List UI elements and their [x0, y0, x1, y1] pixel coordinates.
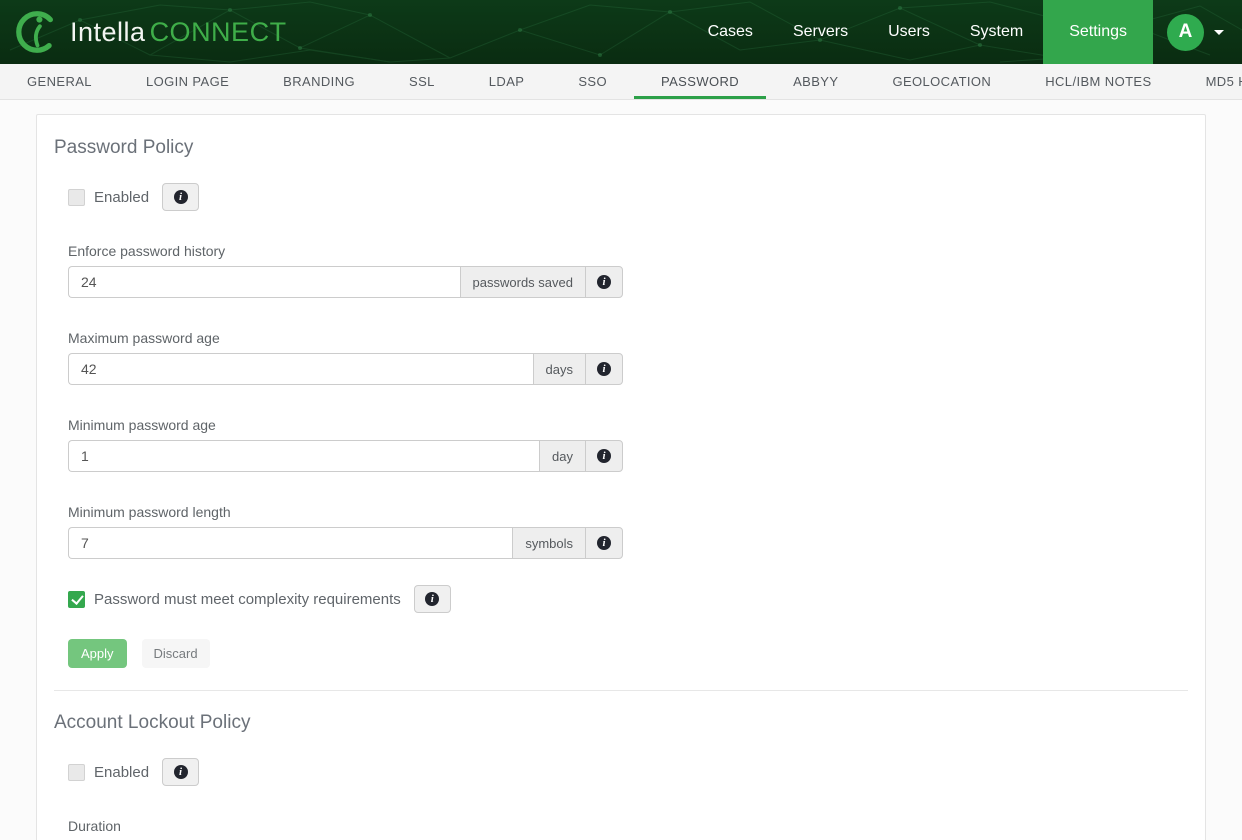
unit-addon: days: [533, 353, 585, 385]
lockout-policy-enabled-info-button[interactable]: [162, 758, 199, 786]
field-enforce-password-history: Enforce password history passwords saved: [68, 243, 1188, 298]
unit-addon: passwords saved: [460, 266, 585, 298]
nav-item-users[interactable]: Users: [868, 0, 950, 64]
tab-hcl-ibm-notes[interactable]: HCL/IBM NOTES: [1018, 64, 1178, 99]
brand-name-secondary: CONNECT: [150, 17, 287, 47]
info-icon: [597, 275, 611, 289]
minimum-password-age-input[interactable]: [68, 440, 539, 472]
tab-ldap[interactable]: LDAP: [462, 64, 552, 99]
brand-name-primary: Intella: [70, 17, 146, 47]
main-navigation: Cases Servers Users System Settings A: [688, 0, 1242, 64]
tab-ssl[interactable]: SSL: [382, 64, 462, 99]
maximum-password-age-input[interactable]: [68, 353, 533, 385]
field-info-button[interactable]: [585, 527, 623, 559]
field-label: Minimum password length: [68, 504, 1188, 520]
brand[interactable]: IntellaCONNECT: [0, 9, 287, 55]
top-navbar: IntellaCONNECT Cases Servers Users Syste…: [0, 0, 1242, 64]
info-icon: [174, 190, 188, 204]
tab-login-page[interactable]: LOGIN PAGE: [119, 64, 256, 99]
apply-button[interactable]: Apply: [68, 639, 127, 668]
password-policy-enabled-info-button[interactable]: [162, 183, 199, 211]
unit-addon: day: [539, 440, 585, 472]
lockout-policy-enabled-label: Enabled: [94, 764, 149, 781]
nav-item-system[interactable]: System: [950, 0, 1043, 64]
lockout-policy-enabled-row: Enabled: [68, 758, 1188, 786]
chevron-down-icon: [1214, 30, 1224, 35]
nav-item-servers[interactable]: Servers: [773, 0, 868, 64]
section-divider: [54, 690, 1188, 691]
tab-md5-hashes[interactable]: MD5 HASHES: [1179, 64, 1242, 99]
info-icon: [425, 592, 439, 606]
complexity-requirements-label: Password must meet complexity requiremen…: [94, 591, 401, 608]
input-group: symbols: [68, 527, 623, 559]
field-label: Enforce password history: [68, 243, 1188, 259]
complexity-requirements-checkbox[interactable]: [68, 591, 85, 608]
info-icon: [597, 536, 611, 550]
password-policy-title: Password Policy: [54, 137, 1188, 159]
field-info-button[interactable]: [585, 266, 623, 298]
field-label: Minimum password age: [68, 417, 1188, 433]
tab-sso[interactable]: SSO: [551, 64, 634, 99]
intella-logo-icon: [14, 9, 60, 55]
info-icon: [597, 449, 611, 463]
tab-abbyy[interactable]: ABBYY: [766, 64, 865, 99]
password-settings-card: Password Policy Enabled Enforce password…: [36, 114, 1206, 840]
minimum-password-length-input[interactable]: [68, 527, 512, 559]
info-icon: [174, 765, 188, 779]
password-policy-enabled-row: Enabled: [68, 183, 1188, 211]
nav-item-settings[interactable]: Settings: [1043, 0, 1153, 64]
lockout-policy-enabled-checkbox[interactable]: [68, 764, 85, 781]
unit-addon: symbols: [512, 527, 585, 559]
field-label: Maximum password age: [68, 330, 1188, 346]
field-minimum-password-length: Minimum password length symbols: [68, 504, 1188, 559]
enforce-password-history-input[interactable]: [68, 266, 460, 298]
field-label: Duration: [68, 818, 1188, 834]
input-group: day: [68, 440, 623, 472]
lockout-policy-title: Account Lockout Policy: [54, 712, 1188, 734]
field-minimum-password-age: Minimum password age day: [68, 417, 1188, 472]
input-group: passwords saved: [68, 266, 623, 298]
tab-branding[interactable]: BRANDING: [256, 64, 382, 99]
field-info-button[interactable]: [585, 353, 623, 385]
field-maximum-password-age: Maximum password age days: [68, 330, 1188, 385]
input-group: days: [68, 353, 623, 385]
complexity-info-button[interactable]: [414, 585, 451, 613]
discard-button[interactable]: Discard: [142, 639, 210, 668]
nav-item-cases[interactable]: Cases: [688, 0, 773, 64]
user-menu[interactable]: A: [1153, 14, 1242, 51]
field-info-button[interactable]: [585, 440, 623, 472]
password-policy-enabled-checkbox[interactable]: [68, 189, 85, 206]
password-policy-actions: Apply Discard: [68, 639, 1188, 668]
settings-tabbar: GENERAL LOGIN PAGE BRANDING SSL LDAP SSO…: [0, 64, 1242, 100]
avatar[interactable]: A: [1167, 14, 1204, 51]
info-icon: [597, 362, 611, 376]
password-policy-enabled-label: Enabled: [94, 189, 149, 206]
settings-content: Password Policy Enabled Enforce password…: [0, 100, 1242, 840]
tab-password[interactable]: PASSWORD: [634, 64, 766, 99]
tab-general[interactable]: GENERAL: [0, 64, 119, 99]
complexity-requirements-row: Password must meet complexity requiremen…: [68, 585, 1188, 613]
field-duration: Duration minutes: [68, 818, 1188, 840]
brand-name: IntellaCONNECT: [70, 17, 287, 48]
tab-geolocation[interactable]: GEOLOCATION: [865, 64, 1018, 99]
